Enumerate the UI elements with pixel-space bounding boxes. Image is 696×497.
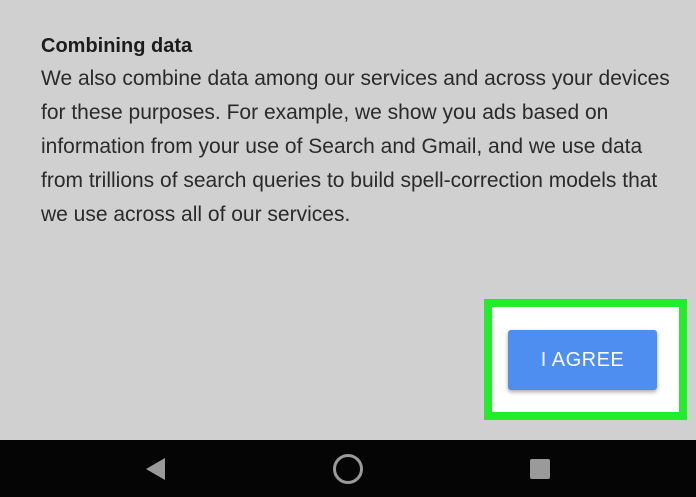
home-icon [333,453,363,484]
privacy-content: Combining data We also combine data amon… [0,0,696,440]
back-button[interactable] [115,440,195,497]
navigation-bar [0,440,696,497]
section-body-text: We also combine data among our services … [41,67,670,226]
recents-icon [530,458,550,479]
recents-button[interactable] [500,440,580,497]
home-button[interactable] [308,440,388,497]
section-heading: Combining data [41,35,193,57]
back-icon [145,457,165,480]
agree-button[interactable]: I AGREE [508,330,657,390]
